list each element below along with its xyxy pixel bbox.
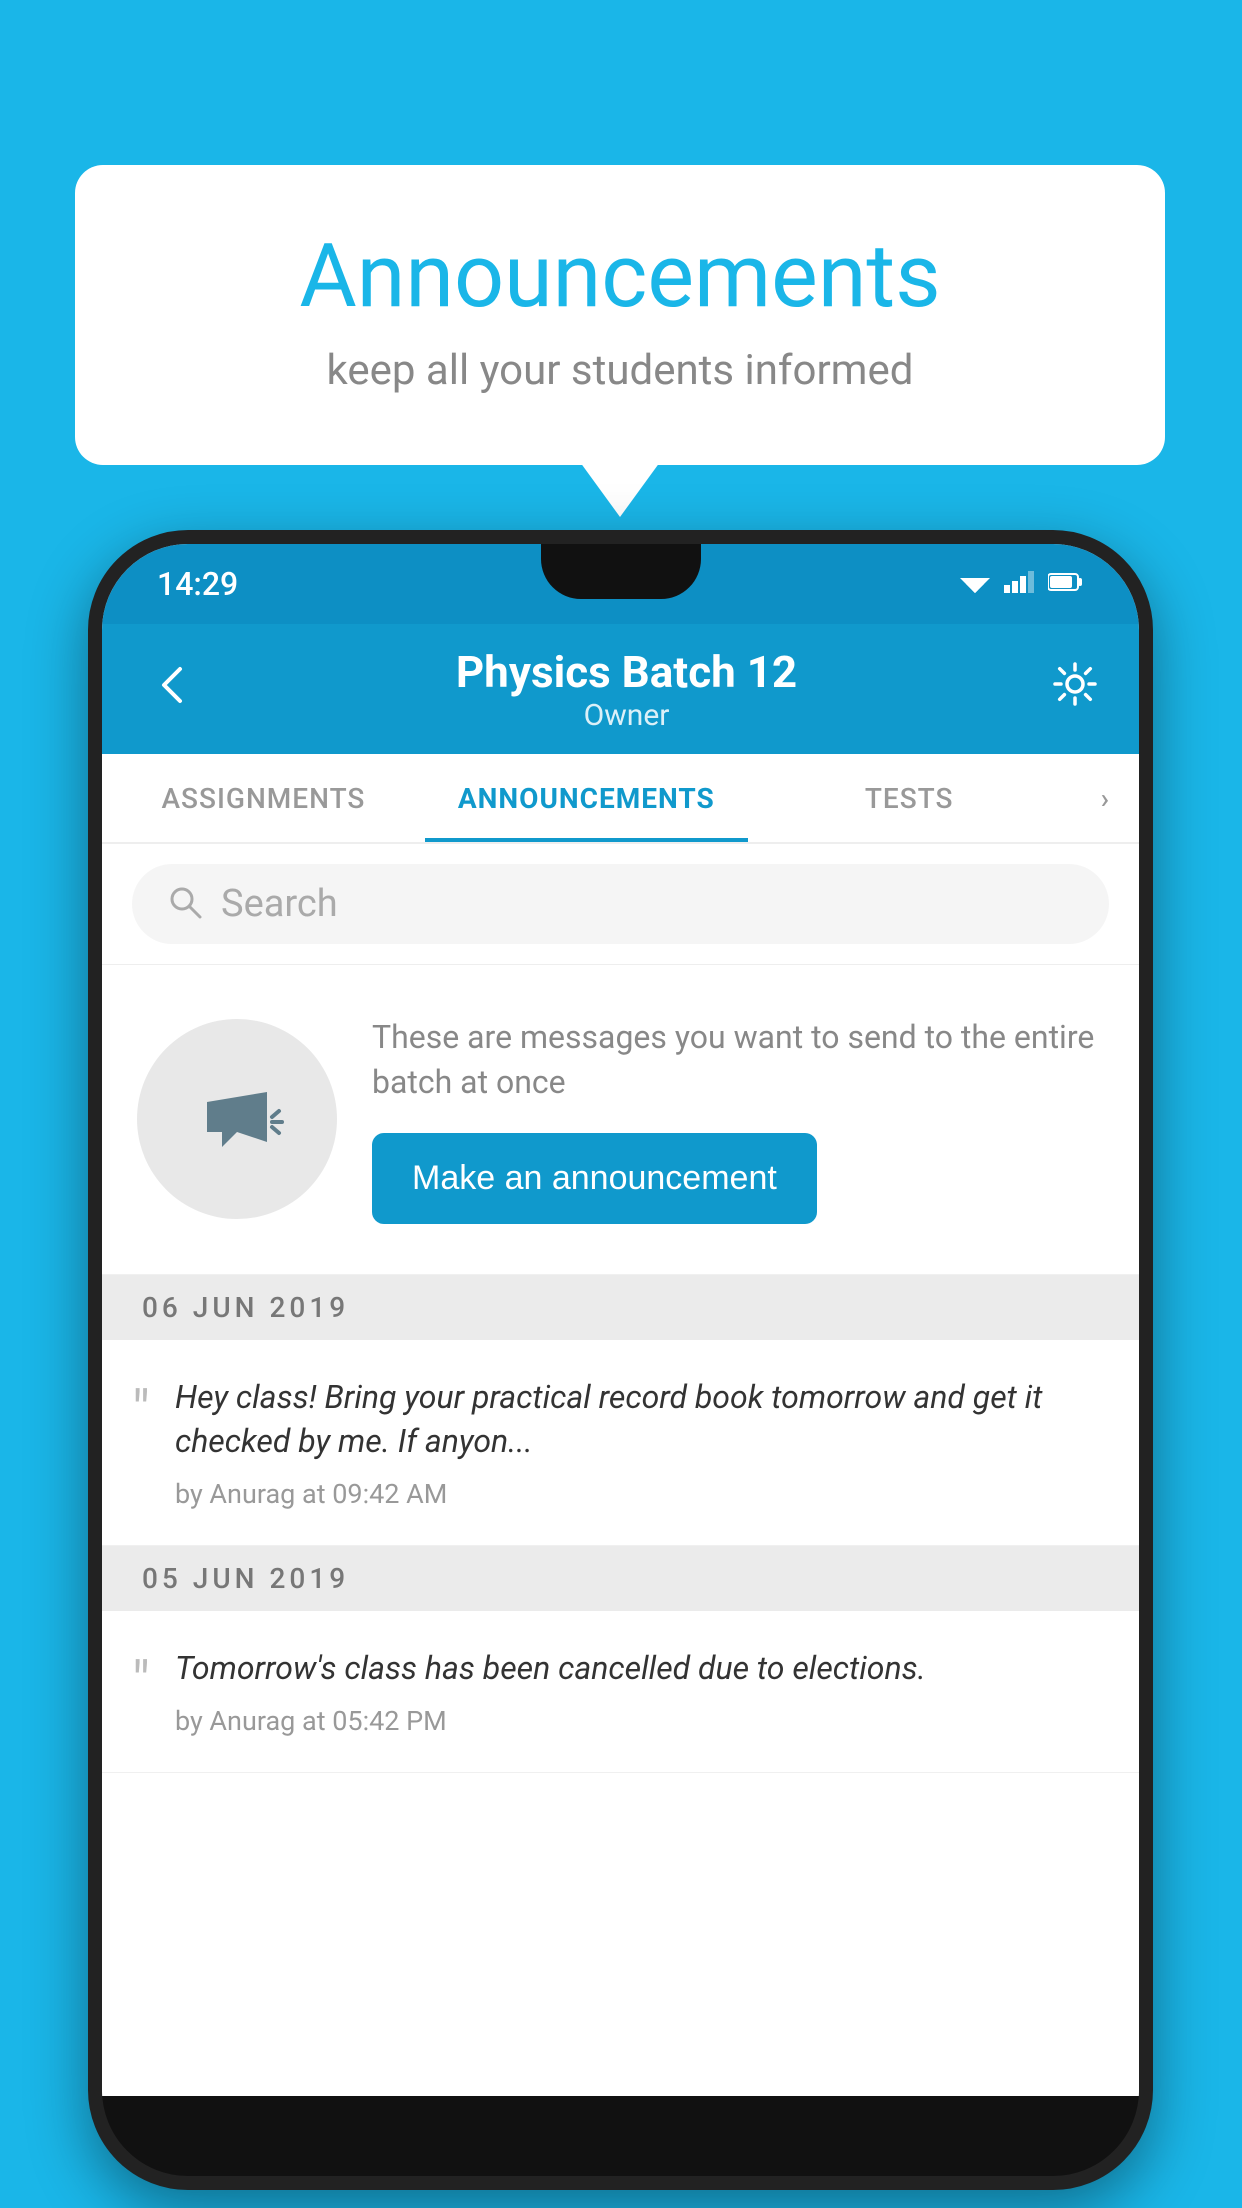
wifi-icon [960, 571, 990, 597]
speech-bubble: Announcements keep all your students inf… [75, 165, 1165, 465]
signal-icon [1004, 571, 1034, 597]
app-bar-title: Physics Batch 12 [202, 646, 1051, 698]
status-time: 14:29 [157, 565, 238, 603]
tab-announcements[interactable]: ANNOUNCEMENTS [425, 754, 748, 842]
announcement-meta-1: by Anurag at 09:42 AM [175, 1478, 1109, 1510]
app-bar-center: Physics Batch 12 Owner [202, 646, 1051, 733]
announcement-text-1: Hey class! Bring your practical record b… [175, 1375, 1109, 1465]
announcement-content-1: Hey class! Bring your practical record b… [175, 1375, 1109, 1511]
app-bar: Physics Batch 12 Owner [102, 624, 1139, 754]
settings-button[interactable] [1051, 660, 1099, 719]
promo-section: These are messages you want to send to t… [102, 965, 1139, 1275]
announcement-meta-2: by Anurag at 05:42 PM [175, 1705, 1109, 1737]
content-area: Search These are message [102, 844, 1139, 2096]
back-button[interactable] [142, 650, 202, 728]
status-bar: 14:29 [102, 544, 1139, 624]
announcement-item-1: " Hey class! Bring your practical record… [102, 1340, 1139, 1547]
promo-description: These are messages you want to send to t… [372, 1015, 1104, 1105]
date-separator-1: 06 JUN 2019 [102, 1275, 1139, 1340]
status-icons [960, 571, 1084, 597]
tab-assignments[interactable]: ASSIGNMENTS [102, 754, 425, 842]
bubble-title: Announcements [155, 225, 1085, 328]
date-separator-2: 05 JUN 2019 [102, 1546, 1139, 1611]
app-bar-subtitle: Owner [202, 698, 1051, 733]
megaphone-icon [187, 1067, 287, 1171]
announcement-content-2: Tomorrow's class has been cancelled due … [175, 1646, 1109, 1737]
make-announcement-button[interactable]: Make an announcement [372, 1133, 817, 1224]
tabs-bar: ASSIGNMENTS ANNOUNCEMENTS TESTS › [102, 754, 1139, 844]
bubble-subtitle: keep all your students informed [155, 346, 1085, 395]
search-icon [167, 884, 203, 924]
promo-right: These are messages you want to send to t… [372, 1015, 1104, 1224]
tab-tests[interactable]: TESTS [748, 754, 1071, 842]
search-input-wrap[interactable]: Search [132, 864, 1109, 944]
search-placeholder: Search [221, 882, 338, 926]
tab-more[interactable]: › [1071, 782, 1139, 815]
quote-icon-1: " [132, 1383, 150, 1439]
notch [541, 544, 701, 599]
quote-icon-2: " [132, 1654, 150, 1710]
phone-frame: 14:29 [88, 530, 1153, 2190]
battery-icon [1048, 572, 1084, 596]
announcement-item-2: " Tomorrow's class has been cancelled du… [102, 1611, 1139, 1773]
announcement-icon-circle [137, 1019, 337, 1219]
search-bar: Search [102, 844, 1139, 965]
announcement-text-2: Tomorrow's class has been cancelled due … [175, 1646, 1109, 1691]
